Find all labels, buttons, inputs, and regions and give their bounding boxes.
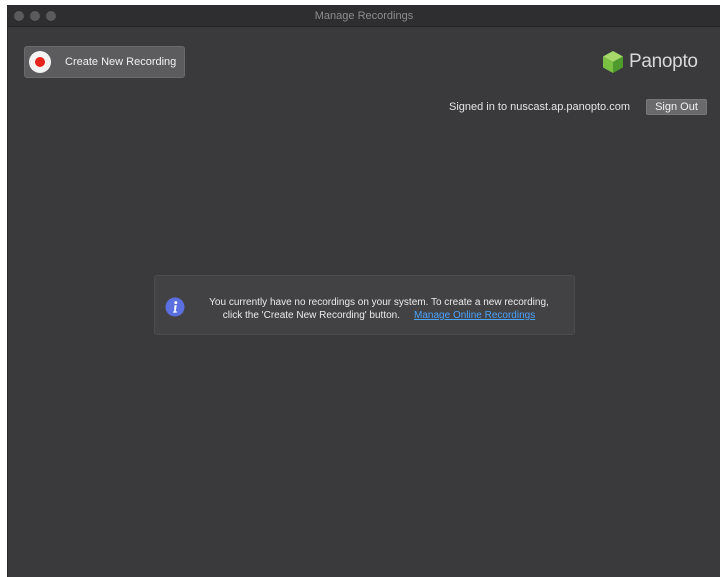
create-new-recording-button[interactable]: Create New Recording bbox=[24, 46, 185, 78]
create-new-recording-label: Create New Recording bbox=[65, 56, 177, 68]
empty-state-instruction: click the 'Create New Recording' button. bbox=[222, 310, 401, 321]
info-icon bbox=[165, 297, 185, 317]
window-title: Manage Recordings bbox=[314, 10, 414, 22]
empty-state-line-1: You currently have no recordings on your… bbox=[209, 297, 549, 308]
signed-in-status: Signed in to nuscast.ap.panopto.com bbox=[448, 101, 630, 113]
manage-online-recordings-link[interactable]: Manage Online Recordings bbox=[414, 310, 535, 321]
empty-state-line-2: click the 'Create New Recording' button.… bbox=[189, 309, 569, 322]
empty-state-text: You currently have no recordings on your… bbox=[189, 296, 569, 322]
sign-out-button[interactable]: Sign Out bbox=[646, 99, 707, 115]
empty-state-message: You currently have no recordings on your… bbox=[154, 275, 575, 335]
record-icon bbox=[29, 51, 51, 73]
app-window: Manage Recordings Create New Recording P… bbox=[7, 5, 720, 577]
title-bar[interactable]: Manage Recordings bbox=[8, 5, 720, 27]
panopto-logo-icon bbox=[603, 51, 623, 73]
panopto-logo: Panopto bbox=[601, 50, 713, 74]
panopto-logo-text: Panopto bbox=[629, 51, 698, 72]
